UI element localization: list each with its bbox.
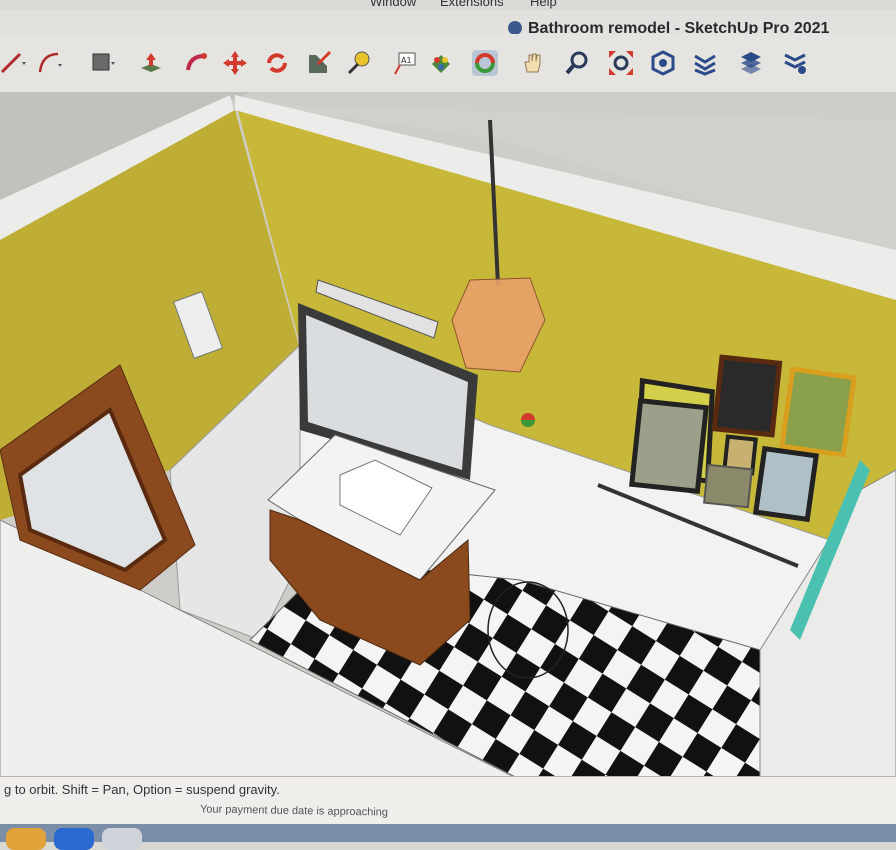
rotate-icon[interactable] — [264, 50, 290, 76]
pan-icon[interactable] — [520, 50, 546, 76]
sketchup-logo-icon — [508, 21, 522, 35]
tape-measure-icon[interactable] — [346, 50, 372, 76]
svg-text:A1: A1 — [401, 56, 412, 65]
bathroom-model-scene[interactable] — [0, 92, 896, 802]
zoom-icon[interactable] — [564, 50, 590, 76]
arc-icon[interactable] — [36, 50, 62, 76]
orbit-icon[interactable] — [472, 50, 498, 76]
paint-bucket-icon[interactable] — [428, 50, 454, 76]
menu-bar: Window Extensions Help — [0, 0, 896, 10]
line-icon[interactable] — [0, 50, 26, 76]
components-icon[interactable] — [650, 50, 676, 76]
sections-icon[interactable] — [692, 50, 718, 76]
layers-icon[interactable] — [738, 50, 764, 76]
dock-app-icon[interactable] — [6, 828, 46, 850]
text-icon[interactable]: A1 — [392, 50, 418, 76]
dock-app-icon[interactable] — [102, 828, 142, 850]
scale-icon[interactable] — [306, 50, 332, 76]
follow-me-icon[interactable] — [184, 50, 210, 76]
rectangle-icon[interactable] — [90, 50, 116, 76]
model-viewport[interactable] — [0, 92, 896, 802]
status-hint: g to orbit. Shift = Pan, Option = suspen… — [4, 782, 280, 797]
menu-window[interactable]: Window — [370, 0, 416, 9]
menu-help[interactable]: Help — [530, 0, 557, 9]
zoom-extents-icon[interactable] — [608, 50, 634, 76]
move-icon[interactable] — [222, 50, 248, 76]
scenes-icon[interactable] — [782, 50, 808, 76]
menu-extensions[interactable]: Extensions — [440, 0, 504, 9]
dock-app-icon[interactable] — [54, 828, 94, 850]
push-pull-icon[interactable] — [138, 50, 164, 76]
